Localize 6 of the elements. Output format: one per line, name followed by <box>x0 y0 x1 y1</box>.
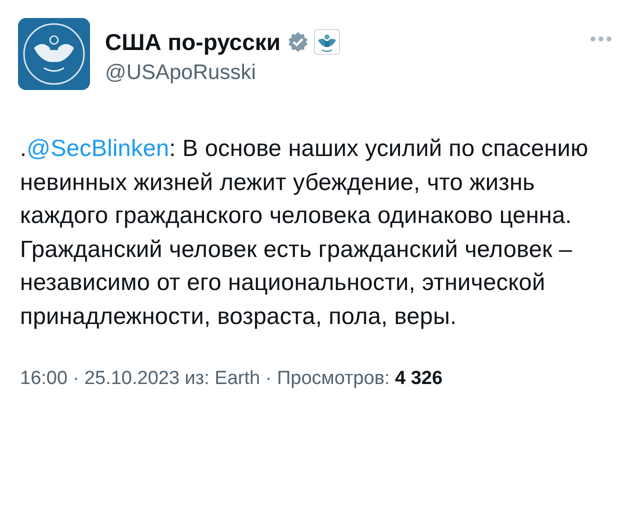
tweet-text: .@SecBlinken: В основе наших усилий по спасению невинных жизней лежит убеждение, что жизнь каждого гражданского человека одинаково ценна. Гражданский человек есть гражданский человек – независимо от его национальности, этнической принадлежности, возраста, пола, веры. <box>20 134 590 331</box>
tweet-meta: 16:00 · 25.10.2023 из: Earth · Просмотров: 4 326 <box>20 367 444 391</box>
account-name[interactable]: США по-русски <box>105 28 281 56</box>
avatar[interactable] <box>18 18 90 90</box>
account-handle[interactable]: @USApoRusski <box>105 60 256 86</box>
emblem-icon <box>314 29 340 55</box>
